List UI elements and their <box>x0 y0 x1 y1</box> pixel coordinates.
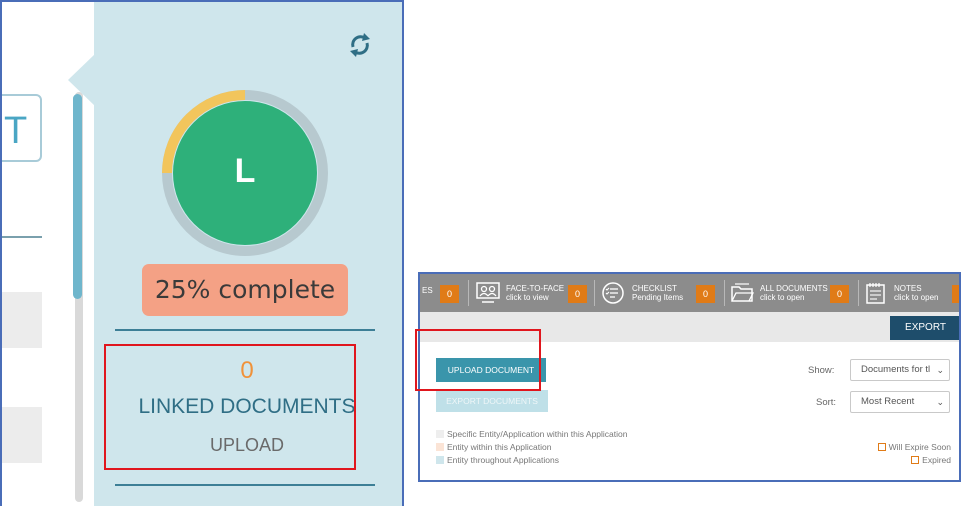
toolbar-item-subtitle: click to open <box>894 293 939 302</box>
scrollbar-thumb[interactable] <box>73 94 82 299</box>
legend-label: Specific Entity/Application within this … <box>447 429 628 439</box>
toolbar-item-subtitle: click to open <box>760 293 805 302</box>
toolbar-item-title: ALL DOCUMENTS <box>760 284 828 293</box>
expiry-legend-item: Expired <box>911 455 951 465</box>
show-select[interactable]: Documents for tl ⌄ <box>850 359 950 381</box>
toolbar-count-badge: 0 <box>696 285 715 303</box>
toolbar-item-subtitle: Pending Items <box>632 293 684 302</box>
sort-select-value: Most Recent <box>861 396 915 407</box>
show-label: Show: <box>808 365 835 376</box>
show-select-value: Documents for tl <box>861 364 931 375</box>
checklist-icon <box>602 282 624 304</box>
legend-swatch <box>911 456 920 464</box>
toolbar-checklist[interactable]: CHECKLIST Pending Items <box>632 284 683 302</box>
list-item-placeholder <box>2 407 42 463</box>
left-screenshot: T L 25% complete 0 LINKED DOCUMENTS UPLO… <box>0 0 404 506</box>
sort-select[interactable]: Most Recent ⌄ <box>850 391 950 413</box>
legend-item: Specific Entity/Application within this … <box>436 429 627 439</box>
legend-swatch <box>436 443 444 451</box>
toolbar-item-title: NOTES <box>894 284 922 293</box>
legend-swatch <box>436 430 444 438</box>
toolbar-separator <box>594 280 595 306</box>
export-documents-button[interactable]: EXPORT DOCUMENTS <box>436 390 548 412</box>
list-item-placeholder <box>2 292 42 348</box>
avatar-initial: L <box>234 152 256 190</box>
chevron-down-icon: ⌄ <box>936 365 944 375</box>
toolbar-count-badge: 2 <box>952 285 959 303</box>
toolbar-item-subtitle: click to view <box>506 293 549 302</box>
toolbar-separator <box>724 280 725 306</box>
legend-label: Will Expire Soon <box>888 442 951 452</box>
partial-button-label: T <box>4 110 28 152</box>
face-to-face-icon <box>476 282 500 303</box>
legend-item: Entity throughout Applications <box>436 455 559 465</box>
expiry-legend-item: Will Expire Soon <box>877 442 951 452</box>
folder-icon <box>731 283 754 302</box>
toolbar-separator <box>468 280 469 306</box>
legend-swatch <box>436 456 444 464</box>
toolbar-count-badge: 0 <box>568 285 587 303</box>
toolbar-truncated-label: ES <box>422 286 433 295</box>
panel-pointer <box>68 54 95 106</box>
legend-swatch <box>877 443 886 451</box>
divider <box>115 484 375 486</box>
divider <box>2 236 42 238</box>
notes-icon <box>866 283 885 304</box>
toolbar-separator <box>858 280 859 306</box>
toolbar: ES 0 FACE-TO-FACE click to view 0 CHECKL… <box>420 274 959 312</box>
export-button[interactable]: EXPORT <box>890 316 959 340</box>
completion-badge: 25% complete <box>142 264 348 316</box>
toolbar-item-title: CHECKLIST <box>632 284 677 293</box>
toolbar-item-title: FACE-TO-FACE <box>506 284 565 293</box>
toolbar-count-badge: 0 <box>830 285 849 303</box>
refresh-icon[interactable] <box>346 30 374 60</box>
legend-label: Entity within this Application <box>447 442 552 452</box>
highlight-box <box>104 344 356 470</box>
toolbar-face-to-face[interactable]: FACE-TO-FACE click to view <box>506 284 564 302</box>
divider <box>115 329 375 331</box>
highlight-box <box>415 329 541 391</box>
legend-label: Entity throughout Applications <box>447 455 559 465</box>
toolbar-notes[interactable]: NOTES click to open <box>894 284 938 302</box>
legend-item: Entity within this Application <box>436 442 551 452</box>
legend-label: Expired <box>922 455 951 465</box>
chevron-down-icon: ⌄ <box>936 397 944 407</box>
toolbar-all-documents[interactable]: ALL DOCUMENTS click to open <box>760 284 828 302</box>
toolbar-count-badge: 0 <box>440 285 459 303</box>
sort-label: Sort: <box>816 397 837 408</box>
